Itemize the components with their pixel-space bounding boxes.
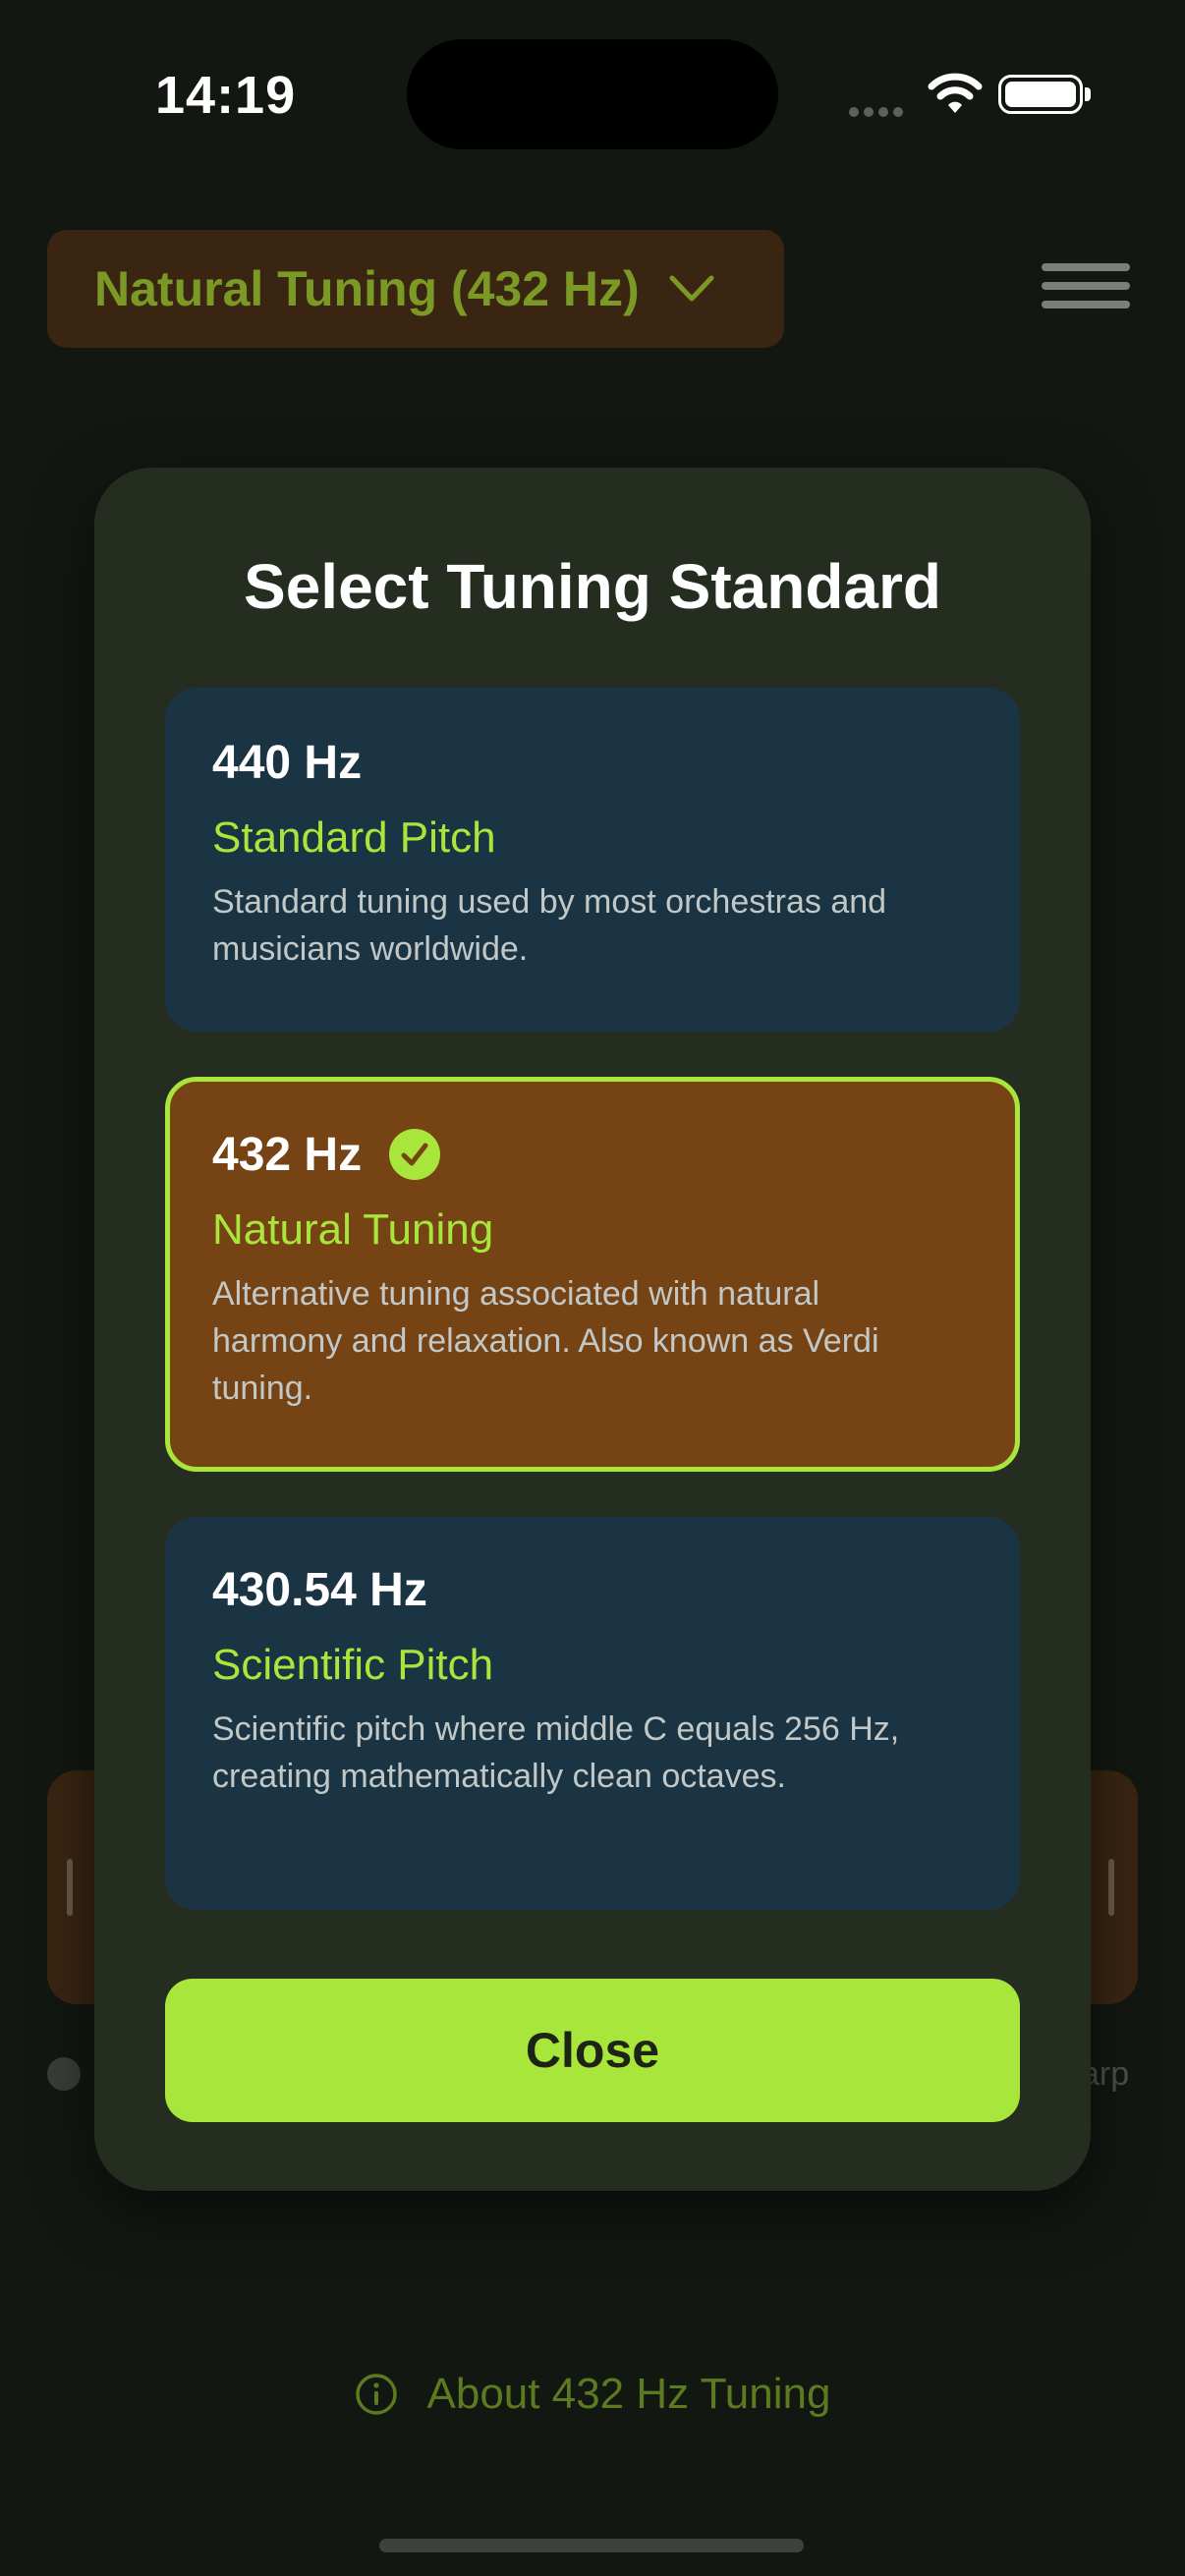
chevron-down-icon	[669, 275, 714, 302]
option-frequency: 440 Hz	[212, 736, 363, 789]
option-frequency: 430.54 Hz	[212, 1563, 427, 1616]
background-dot	[47, 2057, 81, 2091]
option-432hz[interactable]: 432 Hz Natural Tuning Alternative tuning…	[165, 1077, 1020, 1472]
tuning-dropdown-label: Natural Tuning (432 Hz)	[94, 261, 640, 316]
close-button[interactable]: Close	[165, 1979, 1020, 2122]
about-432-link[interactable]: About 432 Hz Tuning	[0, 2370, 1185, 2419]
status-bar: 14:19	[0, 0, 1185, 196]
option-name: Natural Tuning	[212, 1205, 494, 1254]
wifi-icon	[928, 73, 983, 113]
info-icon	[355, 2374, 397, 2415]
option-name: Scientific Pitch	[212, 1641, 494, 1689]
option-frequency: 432 Hz	[212, 1125, 1015, 1184]
signal-icon	[849, 104, 908, 122]
option-description: Scientific pitch where middle C equals 2…	[212, 1710, 900, 1795]
checkmark-icon	[389, 1129, 441, 1180]
option-description: Standard tuning used by most orchestras …	[212, 883, 887, 968]
option-name: Standard Pitch	[212, 813, 496, 862]
modal-title: Select Tuning Standard	[244, 551, 941, 622]
dynamic-island	[407, 39, 778, 149]
option-description: Alternative tuning associated with natur…	[212, 1275, 879, 1407]
battery-icon	[998, 75, 1083, 114]
status-time: 14:19	[155, 66, 297, 125]
menu-icon[interactable]	[1042, 263, 1130, 316]
option-430-54hz[interactable]: 430.54 Hz Scientific Pitch Scientific pi…	[165, 1517, 1020, 1910]
battery-cap	[1085, 87, 1091, 101]
home-indicator[interactable]	[379, 2539, 804, 2552]
tuning-selection-modal: Select Tuning Standard 440 Hz Standard P…	[94, 468, 1091, 2191]
tuning-dropdown[interactable]: Natural Tuning (432 Hz)	[47, 230, 784, 348]
about-link-label: About 432 Hz Tuning	[426, 2370, 831, 2418]
option-440hz[interactable]: 440 Hz Standard Pitch Standard tuning us…	[165, 688, 1020, 1032]
